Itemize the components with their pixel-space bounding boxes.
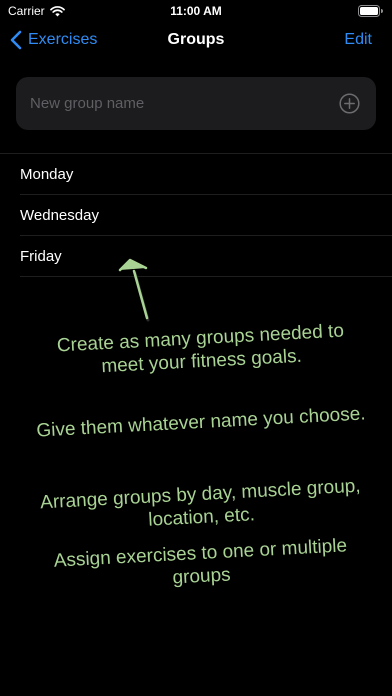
group-list: Monday Wednesday Friday xyxy=(0,153,392,277)
list-item[interactable]: Wednesday xyxy=(0,195,392,236)
list-item[interactable]: Monday xyxy=(0,154,392,195)
help-text: Give them whatever name you choose. xyxy=(35,403,367,442)
status-bar: Carrier 11:00 AM xyxy=(0,0,392,22)
edit-button[interactable]: Edit xyxy=(344,31,372,49)
help-text: Create as many groups needed to meet you… xyxy=(56,320,345,378)
status-time: 11:00 AM xyxy=(170,4,222,18)
help-text: Arrange groups by day, muscle group, loc… xyxy=(39,475,362,531)
battery-icon xyxy=(358,5,383,17)
page-title: Groups xyxy=(167,31,225,48)
list-item[interactable]: Friday xyxy=(0,236,392,277)
new-group-name-input[interactable] xyxy=(30,77,330,130)
group-label: Monday xyxy=(20,166,74,183)
new-group-field xyxy=(16,77,376,130)
add-group-button[interactable] xyxy=(339,93,360,114)
group-label: Wednesday xyxy=(20,207,99,224)
arrow-up-icon xyxy=(110,256,170,326)
group-label: Friday xyxy=(20,248,62,265)
navigation-bar: Exercises Groups Edit xyxy=(0,22,392,60)
help-text: Assign exercises to one or multiple grou… xyxy=(53,535,348,589)
plus-circle-icon xyxy=(339,93,360,114)
